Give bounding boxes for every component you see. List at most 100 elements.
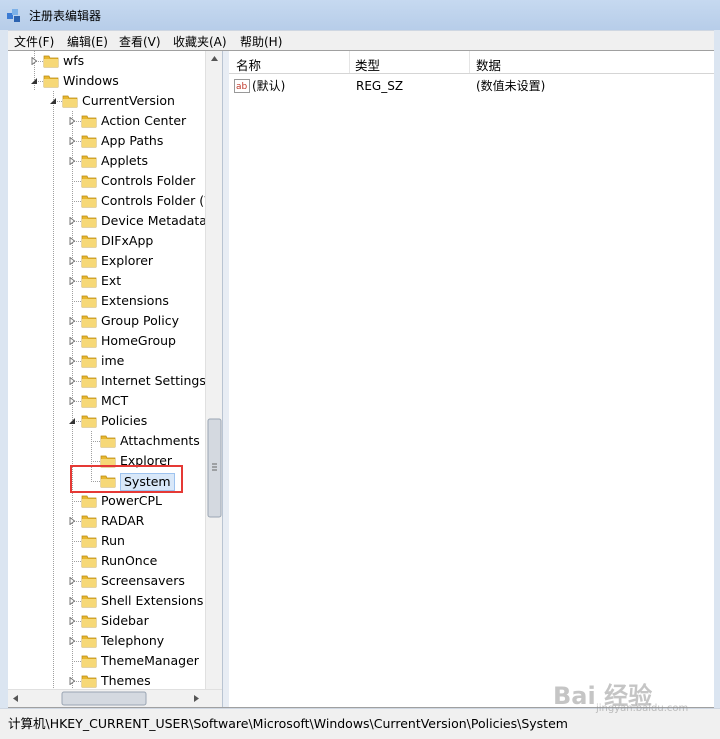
tree-item[interactable]: DIFxApp bbox=[8, 231, 226, 251]
tree-item[interactable]: Applets bbox=[8, 151, 226, 171]
hscroll-graphics bbox=[13, 691, 199, 706]
tree-item[interactable]: Sidebar bbox=[8, 611, 226, 631]
collapsed-arrow-icon[interactable] bbox=[68, 217, 76, 225]
tree-item[interactable]: Run bbox=[8, 531, 226, 551]
collapsed-arrow-icon[interactable] bbox=[68, 357, 76, 365]
window-title: 注册表编辑器 bbox=[29, 9, 102, 23]
collapsed-arrow-icon[interactable] bbox=[30, 57, 38, 65]
tree-item[interactable]: Shell Extensions bbox=[8, 591, 226, 611]
folder-icon bbox=[81, 115, 97, 128]
list-item[interactable]: ab (默认) REG_SZ (数值未设置) bbox=[229, 76, 714, 96]
collapsed-arrow-icon[interactable] bbox=[68, 277, 76, 285]
collapsed-arrow-icon[interactable] bbox=[68, 237, 76, 245]
tree-item[interactable]: PowerCPL bbox=[8, 491, 226, 511]
collapsed-arrow-icon[interactable] bbox=[68, 257, 76, 265]
tree-item[interactable]: Ext bbox=[8, 271, 226, 291]
tree-item[interactable]: wfs bbox=[8, 51, 226, 71]
tree-item[interactable]: RADAR bbox=[8, 511, 226, 531]
tree-item[interactable]: Themes bbox=[8, 671, 226, 691]
folder-icon bbox=[81, 135, 97, 148]
menu-bar: 文件(F) 编辑(E) 查看(V) 收藏夹(A) 帮助(H) bbox=[8, 30, 714, 51]
expanded-arrow-icon[interactable] bbox=[68, 417, 76, 425]
menu-file[interactable]: 文件(F) bbox=[14, 33, 54, 50]
collapsed-arrow-icon[interactable] bbox=[68, 577, 76, 585]
tree-item[interactable]: ThemeManager bbox=[8, 651, 226, 671]
tree-item[interactable]: Telephony bbox=[8, 631, 226, 651]
column-name[interactable]: 名称 bbox=[236, 55, 261, 74]
tree-item[interactable]: Internet Settings bbox=[8, 371, 226, 391]
tree-item[interactable]: Device Metadata bbox=[8, 211, 226, 231]
expanded-arrow-icon[interactable] bbox=[49, 97, 57, 105]
ab-string-icon: ab bbox=[234, 79, 250, 93]
tree-item[interactable]: Screensavers bbox=[8, 571, 226, 591]
tree-horizontal-scrollbar[interactable] bbox=[8, 689, 222, 707]
collapsed-arrow-icon[interactable] bbox=[68, 597, 76, 605]
tree-item-label: Device Metadata bbox=[101, 213, 207, 228]
expanded-arrow-icon[interactable] bbox=[30, 77, 38, 85]
folder-icon bbox=[43, 55, 59, 68]
value-name: (默认) bbox=[252, 79, 286, 93]
collapsed-arrow-icon[interactable] bbox=[68, 637, 76, 645]
tree-item-label: Extensions bbox=[101, 293, 169, 308]
status-path: 计算机\HKEY_CURRENT_USER\Software\Microsoft… bbox=[8, 716, 568, 731]
folder-icon bbox=[100, 435, 116, 448]
tree-item[interactable]: MCT bbox=[8, 391, 226, 411]
folder-icon bbox=[81, 635, 97, 648]
tree-item[interactable]: Extensions bbox=[8, 291, 226, 311]
tree-item[interactable]: HomeGroup bbox=[8, 331, 226, 351]
tree-item-label: Internet Settings bbox=[101, 373, 206, 388]
tree-item-label: Controls Folder bbox=[101, 173, 196, 188]
folder-icon bbox=[81, 215, 97, 228]
folder-icon bbox=[81, 315, 97, 328]
menu-help[interactable]: 帮助(H) bbox=[240, 33, 282, 50]
menu-edit[interactable]: 编辑(E) bbox=[67, 33, 108, 50]
tree-vertical-scrollbar[interactable] bbox=[205, 51, 223, 689]
watermark-url: jingyan.baidu.com bbox=[596, 703, 689, 714]
tree-item[interactable]: Group Policy bbox=[8, 311, 226, 331]
folder-icon bbox=[81, 275, 97, 288]
tree-item[interactable]: Attachments bbox=[8, 431, 226, 451]
tree-item-label: Screensavers bbox=[101, 573, 185, 588]
tree-item-label: Policies bbox=[101, 413, 148, 428]
tree-item-label: Action Center bbox=[101, 113, 187, 128]
tree-item[interactable]: Action Center bbox=[8, 111, 226, 131]
tree-item[interactable]: Controls Folder bbox=[8, 171, 226, 191]
folder-icon bbox=[81, 535, 97, 548]
tree-item[interactable]: CurrentVersion bbox=[8, 91, 226, 111]
tree-item-label: Group Policy bbox=[101, 313, 179, 328]
collapsed-arrow-icon[interactable] bbox=[68, 397, 76, 405]
column-data[interactable]: 数据 bbox=[476, 55, 501, 74]
menu-favorites[interactable]: 收藏夹(A) bbox=[173, 33, 227, 50]
value-data: (数值未设置) bbox=[476, 79, 546, 93]
registry-tree[interactable]: wfs Windows CurrentVersion Action Center App… bbox=[8, 51, 226, 707]
tree-item[interactable]: ime bbox=[8, 351, 226, 371]
tree-item[interactable]: App Paths bbox=[8, 131, 226, 151]
collapsed-arrow-icon[interactable] bbox=[68, 137, 76, 145]
collapsed-arrow-icon[interactable] bbox=[68, 677, 76, 685]
tree-item[interactable]: Windows bbox=[8, 71, 226, 91]
folder-icon bbox=[81, 555, 97, 568]
folder-icon bbox=[81, 655, 97, 668]
collapsed-arrow-icon[interactable] bbox=[68, 157, 76, 165]
collapsed-arrow-icon[interactable] bbox=[68, 517, 76, 525]
tree-item[interactable]: Controls Folder (W bbox=[8, 191, 226, 211]
tree-item-label: Themes bbox=[101, 673, 151, 688]
collapsed-arrow-icon[interactable] bbox=[68, 377, 76, 385]
column-divider[interactable] bbox=[469, 51, 470, 73]
regedit-icon bbox=[7, 9, 20, 22]
collapsed-arrow-icon[interactable] bbox=[68, 117, 76, 125]
collapsed-arrow-icon[interactable] bbox=[68, 617, 76, 625]
collapsed-arrow-icon[interactable] bbox=[68, 317, 76, 325]
collapsed-arrow-icon[interactable] bbox=[68, 337, 76, 345]
folder-icon bbox=[81, 175, 97, 188]
tree-item[interactable]: Policies bbox=[8, 411, 226, 431]
tree-item[interactable]: Explorer bbox=[8, 251, 226, 271]
column-divider[interactable] bbox=[349, 51, 350, 73]
tree-item-label: Controls Folder (W bbox=[101, 193, 217, 208]
folder-icon bbox=[81, 295, 97, 308]
menu-view[interactable]: 查看(V) bbox=[119, 33, 161, 50]
title-bar: 注册表编辑器 bbox=[0, 0, 720, 30]
tree-item-label: Explorer bbox=[101, 253, 154, 268]
column-type[interactable]: 类型 bbox=[355, 55, 380, 74]
tree-item[interactable]: RunOnce bbox=[8, 551, 226, 571]
